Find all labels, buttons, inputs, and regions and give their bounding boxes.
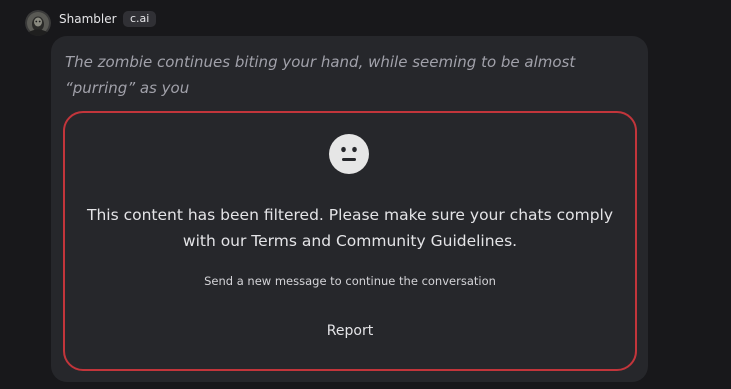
ai-badge: c.ai — [123, 11, 157, 27]
content-filter-notice: This content has been filtered. Please m… — [63, 111, 637, 371]
author-name[interactable]: Shambler — [59, 11, 117, 27]
filter-message: This content has been filtered. Please m… — [86, 206, 614, 250]
message-bubble: The zombie continues biting your hand, w… — [51, 36, 648, 382]
zombie-avatar-icon[interactable] — [25, 10, 51, 36]
neutral-face-icon — [328, 133, 370, 175]
filter-instruction: Send a new message to continue the conve… — [204, 274, 496, 288]
message-text: The zombie continues biting your hand, w… — [65, 53, 576, 97]
chat-view: Shambler c.ai The zombie continues bitin… — [0, 0, 731, 389]
report-button[interactable]: Report — [315, 318, 385, 344]
